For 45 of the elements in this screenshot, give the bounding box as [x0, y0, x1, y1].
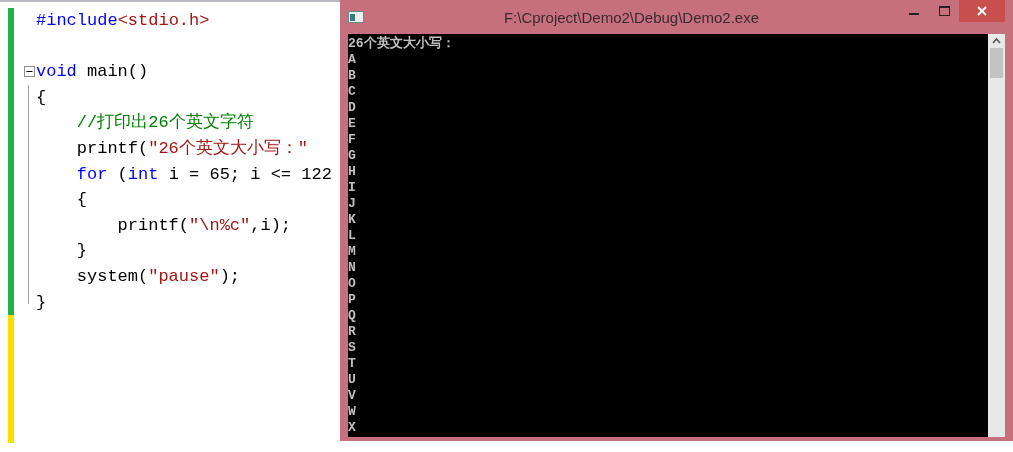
code-line: for (int i = 65; i <= 122: [75, 163, 332, 186]
code-line: }: [36, 291, 48, 314]
window-title: F:\Cproject\Demo2\Debug\Demo2.exe: [502, 8, 761, 26]
close-icon: [977, 6, 987, 16]
console-output-line: K: [348, 212, 357, 228]
console-output-line: U: [348, 372, 357, 388]
code-line: {: [36, 86, 48, 109]
code-line: system("pause");: [75, 265, 242, 288]
code-line: #include<stdio.h>: [36, 10, 211, 32]
console-output-line: 26个英文大小写：: [348, 36, 456, 52]
scrollbar-thumb[interactable]: [990, 48, 1003, 78]
console-output-line: B: [348, 68, 357, 84]
minimize-icon: [909, 13, 919, 15]
console-output-line: T: [348, 356, 357, 372]
console-output-line: V: [348, 388, 357, 404]
console-output-line: E: [348, 116, 357, 132]
console-icon: [348, 11, 364, 23]
console-output-line: O: [348, 276, 357, 292]
close-button[interactable]: [959, 0, 1005, 22]
console-output-line: S: [348, 340, 357, 356]
console-output-line: Q: [348, 308, 357, 324]
console-output-line: G: [348, 148, 357, 164]
console-output-line: P: [348, 292, 357, 308]
console-output-line: D: [348, 100, 357, 116]
console-output-line: R: [348, 324, 357, 340]
console-output-line: J: [348, 196, 357, 212]
code-line: printf("\n%c",i);: [116, 214, 293, 237]
console-output-line: H: [348, 164, 357, 180]
code-line: printf("26个英文大小写：": [75, 137, 310, 160]
code-line: //打印出26个英文字符: [75, 111, 255, 135]
code-line: {: [75, 189, 88, 212]
console-output-line: C: [348, 84, 357, 100]
console-output-line: M: [348, 244, 357, 260]
console-output-line: L: [348, 228, 357, 244]
console-output-line: A: [348, 52, 357, 68]
scrollbar[interactable]: [988, 34, 1005, 437]
console-output-line: W: [348, 404, 357, 420]
code-line: void main(): [36, 61, 150, 84]
console-output-line: F: [348, 132, 357, 148]
console-output-line: X: [348, 420, 357, 436]
maximize-icon: [938, 6, 950, 16]
console-output-line: I: [348, 180, 357, 196]
console-output-line: N: [348, 260, 357, 276]
code-line: }: [75, 240, 88, 263]
collapse-icon[interactable]: [23, 66, 35, 78]
